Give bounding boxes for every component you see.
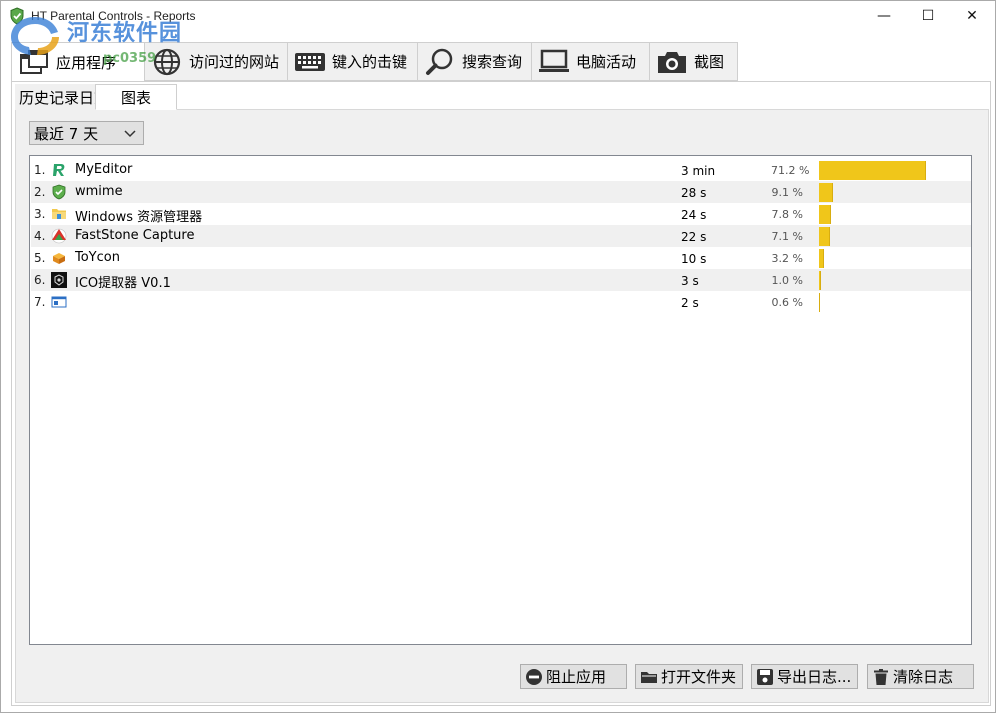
usage-percent: 71.2 % — [771, 164, 810, 177]
minimize-button[interactable]: — — [861, 1, 907, 31]
app-name: ICO提取器 V0.1 — [75, 276, 171, 291]
faststone-icon — [51, 228, 67, 244]
list-item[interactable]: 1. MyEditor 3 min 71.2 % — [31, 159, 971, 181]
open-folder-button[interactable]: 打开文件夹 — [635, 664, 743, 689]
maximize-icon: ☐ — [921, 8, 935, 24]
usage-duration: 24 s — [681, 208, 707, 222]
tab-applications[interactable]: 应用程序 — [11, 42, 145, 83]
app-name: Windows 资源管理器 — [75, 210, 203, 225]
camera-icon — [656, 47, 688, 77]
usage-duration: 2 s — [681, 296, 699, 310]
usage-duration: 3 min — [681, 164, 716, 178]
list-item[interactable]: 2. wmime 28 s 9.1 % — [31, 181, 971, 203]
row-number: 5. — [34, 251, 46, 265]
list-item[interactable]: 7. 2 s 0.6 % — [31, 291, 971, 313]
usage-duration: 28 s — [681, 186, 707, 200]
tab-pc-activity[interactable]: 电脑活动 — [531, 42, 650, 81]
app-name: ToYcon — [75, 250, 120, 265]
clear-log-button[interactable]: 清除日志 — [867, 664, 974, 689]
ico-extractor-icon — [51, 272, 67, 288]
usage-bar — [819, 293, 820, 312]
app-usage-list[interactable]: 1. MyEditor 3 min 71.2 % 2. wmime 28 s 9.1 % 3. W… — [29, 155, 972, 645]
date-range-select[interactable]: 最近 7 天 — [29, 121, 144, 145]
app-name: FastStone Capture — [75, 228, 195, 243]
globe-icon — [151, 47, 183, 77]
button-label: 阻止应用 — [546, 668, 607, 686]
app-name: wmime — [75, 184, 123, 199]
usage-percent: 7.8 % — [771, 208, 803, 221]
tab-label: 截图 — [694, 53, 725, 71]
maximize-button[interactable]: ☐ — [905, 1, 951, 31]
usage-percent: 1.0 % — [771, 274, 803, 287]
list-item[interactable]: 6. ICO提取器 V0.1 3 s 1.0 % — [31, 269, 971, 291]
tab-label: 访问过的网站 — [189, 53, 280, 71]
keyboard-icon — [294, 47, 326, 77]
export-log-button[interactable]: 导出日志... — [751, 664, 858, 689]
usage-bar — [819, 183, 833, 202]
chevron-down-icon — [124, 130, 136, 138]
minimize-icon: — — [877, 8, 891, 24]
tab-label: 键入的击键 — [332, 53, 408, 71]
myeditor-icon — [51, 162, 67, 178]
row-number: 6. — [34, 273, 46, 287]
usage-percent: 7.1 % — [771, 230, 803, 243]
save-icon — [756, 668, 774, 686]
list-item[interactable]: 5. ToYcon 10 s 3.2 % — [31, 247, 971, 269]
list-item[interactable]: 4. FastStone Capture 22 s 7.1 % — [31, 225, 971, 247]
button-label: 导出日志... — [777, 668, 852, 686]
tab-keystrokes[interactable]: 键入的击键 — [287, 42, 418, 81]
block-app-button[interactable]: 阻止应用 — [520, 664, 627, 689]
usage-duration: 22 s — [681, 230, 707, 244]
trash-icon — [872, 668, 890, 686]
tab-label: 图表 — [120, 88, 151, 107]
main-tab-strip: 应用程序 访问过的网站 键入的击键 搜索查询 电脑活动 截图 — [11, 42, 991, 83]
usage-duration: 10 s — [681, 252, 707, 266]
date-range-value: 最近 7 天 — [34, 124, 99, 143]
tab-label: 历史记录日志 — [19, 88, 97, 107]
close-button[interactable]: ✕ — [949, 1, 995, 31]
shield-icon — [51, 184, 67, 200]
folder-icon — [51, 206, 67, 222]
close-icon: ✕ — [966, 8, 978, 24]
usage-bar — [819, 227, 830, 246]
tab-screenshots[interactable]: 截图 — [649, 42, 738, 81]
row-number: 7. — [34, 295, 46, 309]
row-number: 4. — [34, 229, 46, 243]
laptop-icon — [538, 47, 570, 77]
tab-search-queries[interactable]: 搜索查询 — [417, 42, 532, 81]
tab-history-log[interactable]: 历史记录日志 — [15, 84, 97, 110]
app-name: MyEditor — [75, 162, 133, 177]
shield-check-icon — [10, 7, 24, 25]
window-title: HT Parental Controls - Reports — [31, 9, 196, 23]
tab-visited-sites[interactable]: 访问过的网站 — [144, 42, 288, 81]
toycon-icon — [51, 250, 67, 266]
apps-icon — [18, 48, 50, 78]
usage-bar — [819, 161, 926, 180]
row-number: 1. — [34, 163, 46, 177]
tab-label: 搜索查询 — [462, 53, 523, 71]
title-bar[interactable]: HT Parental Controls - Reports — ☐ ✕ — [1, 1, 995, 33]
tab-label: 应用程序 — [56, 54, 117, 72]
tab-chart[interactable]: 图表 — [95, 84, 177, 110]
button-label: 打开文件夹 — [661, 668, 737, 686]
magnifier-icon — [424, 47, 456, 77]
app-window: HT Parental Controls - Reports — ☐ ✕ 应用程… — [0, 0, 996, 713]
row-number: 3. — [34, 207, 46, 221]
usage-percent: 3.2 % — [771, 252, 803, 265]
usage-bar — [819, 249, 824, 268]
tab-label: 电脑活动 — [576, 53, 637, 71]
window-icon — [51, 294, 67, 310]
usage-bar — [819, 205, 831, 224]
folder-icon — [640, 668, 658, 686]
row-number: 2. — [34, 185, 46, 199]
usage-bar — [819, 271, 821, 290]
block-icon — [525, 668, 543, 686]
usage-duration: 3 s — [681, 274, 699, 288]
usage-percent: 9.1 % — [771, 186, 803, 199]
list-item[interactable]: 3. Windows 资源管理器 24 s 7.8 % — [31, 203, 971, 225]
button-label: 清除日志 — [893, 668, 954, 686]
usage-percent: 0.6 % — [771, 296, 803, 309]
